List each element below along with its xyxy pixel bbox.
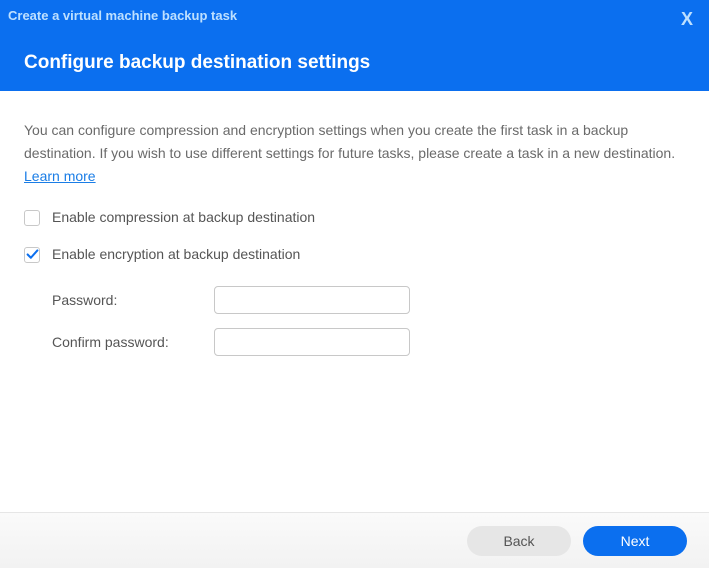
close-icon[interactable]: X [677,8,697,30]
learn-more-link[interactable]: Learn more [24,168,96,184]
encryption-label[interactable]: Enable encryption at backup destination [52,243,300,266]
description-text: You can configure compression and encryp… [24,119,685,188]
password-field[interactable] [214,286,410,314]
wizard-header: Create a virtual machine backup task X C… [0,0,709,91]
description-body: You can configure compression and encryp… [24,122,675,161]
compression-label[interactable]: Enable compression at backup destination [52,206,315,229]
header-top-row: Create a virtual machine backup task X [0,0,709,30]
password-row: Password: [52,286,685,314]
password-label: Password: [52,289,214,312]
wizard-title: Create a virtual machine backup task [8,8,237,23]
encryption-fields: Password: Confirm password: [24,286,685,356]
encryption-option-row: Enable encryption at backup destination [24,243,685,266]
next-button[interactable]: Next [583,526,687,556]
encryption-checkbox[interactable] [24,247,40,263]
compression-checkbox[interactable] [24,210,40,226]
content-area: You can configure compression and encryp… [0,91,709,356]
compression-option-row: Enable compression at backup destination [24,206,685,229]
confirm-password-field[interactable] [214,328,410,356]
confirm-password-label: Confirm password: [52,331,214,354]
checkmark-icon [26,248,39,261]
confirm-password-row: Confirm password: [52,328,685,356]
wizard-footer: Back Next [0,512,709,568]
back-button[interactable]: Back [467,526,571,556]
page-title: Configure backup destination settings [0,30,709,74]
